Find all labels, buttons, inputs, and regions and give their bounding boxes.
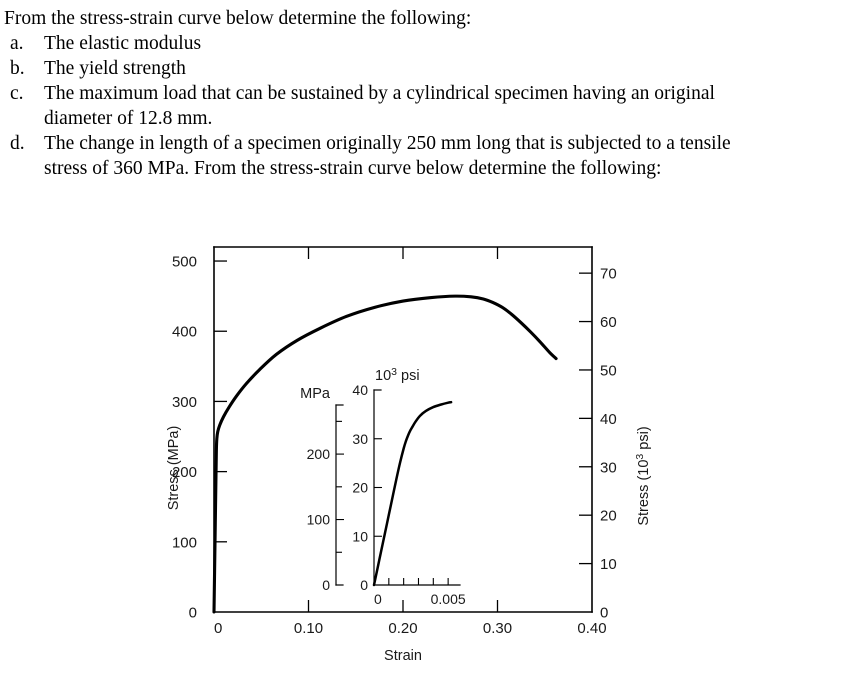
- question-intro: From the stress-strain curve below deter…: [4, 8, 472, 29]
- question-text-c-cont: diameter of 12.8 mm.: [44, 108, 213, 129]
- inset-mpa-tick-label: 200: [307, 446, 331, 462]
- inset-x-tick-label: 0.005: [431, 591, 466, 607]
- question-marker-d: d.: [10, 133, 25, 154]
- inset-psi-tick-label: 0: [360, 577, 368, 593]
- inset-mpa-axis-labels: 0 100 200: [307, 446, 331, 593]
- question-item-d: d. The change in length of a specimen or…: [4, 131, 846, 181]
- inset-psi-tick-label: 30: [352, 431, 368, 447]
- inset-psi-unit-prefix: 10: [375, 368, 391, 384]
- stress-strain-figure: 0 100 200 300 400 500 0 10 20 30 40 50 60 70 0 0.10 0.…: [0, 228, 850, 680]
- main-y-tick-label-left: 500: [172, 254, 197, 271]
- inset-mpa-unit-label: MPa: [300, 386, 331, 402]
- main-x-tick-label: 0.20: [388, 620, 417, 637]
- main-x-tick-label: 0: [214, 620, 222, 637]
- main-y-axis-right-title-suffix: psi): [636, 426, 652, 453]
- main-y-tick-label-right: 70: [600, 266, 617, 283]
- inset-mpa-tick-label: 0: [322, 577, 330, 593]
- question-text-b: The yield strength: [44, 58, 186, 79]
- question-item-a: a. The elastic modulus: [4, 31, 846, 56]
- inset-x-tick-label: 0: [374, 591, 382, 607]
- main-x-axis-labels: 0 0.10 0.20 0.30 0.40: [214, 620, 607, 637]
- inset-psi-axis-ticks: [374, 438, 382, 537]
- main-y-tick-label-right: 50: [600, 362, 617, 379]
- question-text-d: The change in length of a specimen origi…: [44, 133, 731, 154]
- question-marker-c: c.: [10, 83, 24, 104]
- main-y-axis-right-title-prefix: Stress (10: [636, 460, 652, 526]
- main-x-tick-label: 0.30: [483, 620, 512, 637]
- inset-plot: 0 10 20 30 40 0 100 200 0 0.005 MPa 103 psi: [300, 366, 466, 607]
- inset-x-axis-labels: 0 0.005: [374, 591, 466, 607]
- question-item-c: c. The maximum load that can be sustaine…: [4, 81, 846, 131]
- main-y-tick-label-right: 60: [600, 314, 617, 331]
- inset-stress-strain-curve: [372, 400, 453, 587]
- question-marker-b: b.: [10, 58, 25, 79]
- main-y-tick-label-right: 30: [600, 459, 617, 476]
- stress-strain-chart: 0100200300400500 010203040506070 0 0.10 0.…: [166, 246, 652, 664]
- inset-psi-tick-label: 20: [352, 480, 368, 496]
- main-y-tick-label-left: 300: [172, 394, 197, 411]
- main-y-axis-right-title: Stress (103 psi): [634, 426, 652, 525]
- main-x-tick-label: 0.10: [294, 620, 323, 637]
- main-y-tick-label-left: 100: [172, 534, 197, 551]
- question-list: a. The elastic modulus b. The yield stre…: [4, 31, 846, 181]
- question-marker-a: a.: [10, 33, 24, 54]
- main-x-tick-label: 0.40: [577, 620, 606, 637]
- inset-psi-tick-label: 40: [352, 382, 368, 398]
- main-y-axis-right-ticks: [579, 272, 592, 565]
- main-y-tick-label-left: 400: [172, 324, 197, 341]
- inset-psi-unit-suffix: psi: [397, 368, 420, 384]
- main-y-tick-label-left: 0: [189, 605, 197, 622]
- main-y-tick-label-right: 10: [600, 556, 617, 573]
- question-text-d-cont: stress of 360 MPa. From the stress-strai…: [44, 158, 662, 179]
- main-y-tick-label-right: 40: [600, 411, 617, 428]
- main-y-axis-left-title: Stress (MPa): [166, 426, 182, 511]
- inset-mpa-axis-ticks: [336, 420, 344, 553]
- inset-psi-tick-label: 10: [352, 528, 368, 544]
- main-y-tick-label-right: 20: [600, 508, 617, 525]
- inset-mpa-tick-label: 100: [307, 512, 331, 528]
- main-stress-strain-curve: [212, 294, 558, 614]
- main-x-axis-title: Strain: [384, 648, 422, 664]
- question-block: From the stress-strain curve below deter…: [4, 6, 846, 181]
- inset-x-axis-ticks: [388, 578, 449, 585]
- main-y-axis-right-labels: 0 10 20 30 40 50 60 70: [600, 266, 617, 622]
- question-text-a: The elastic modulus: [44, 33, 202, 54]
- question-item-b: b. The yield strength: [4, 56, 846, 81]
- main-y-tick-label-right: 0: [600, 605, 608, 622]
- inset-psi-axis-labels: 0 10 20 30 40: [352, 382, 368, 593]
- question-text-c: The maximum load that can be sustained b…: [44, 83, 715, 104]
- inset-psi-unit-label: 103 psi: [375, 366, 420, 384]
